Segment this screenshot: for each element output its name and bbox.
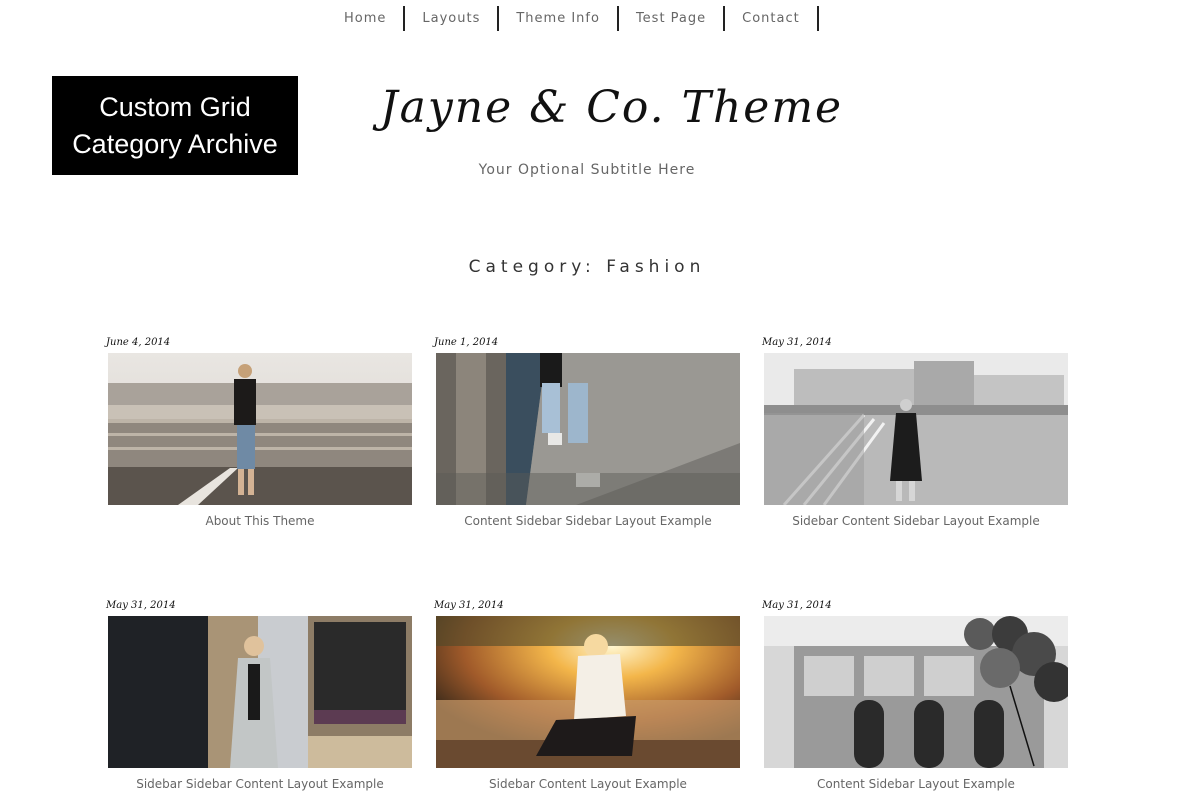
post-card: May 31, 2014 Sidebar Content Sidebar Lay… (762, 337, 1068, 528)
nav-item-test-page[interactable]: Test Page (619, 6, 726, 31)
category-heading: Category: Fashion (468, 257, 706, 277)
post-card: May 31, 2014 Sidebar Sidebar Content Lay… (106, 600, 412, 791)
post-card: May 31, 2014 Sidebar Content Layout Exam… (434, 600, 740, 791)
post-thumbnail[interactable] (108, 353, 412, 505)
post-date: June 4, 2014 (106, 337, 171, 348)
post-card: June 1, 2014 Content Sidebar Sidebar Lay… (434, 337, 740, 528)
post-title-link[interactable]: Sidebar Content Layout Example (436, 777, 740, 791)
post-title-link[interactable]: Sidebar Sidebar Content Layout Example (108, 777, 412, 791)
post-thumbnail[interactable] (436, 616, 740, 768)
nav-item-home[interactable]: Home (327, 6, 406, 31)
main-nav: Home Layouts Theme Info Test Page Contac… (327, 6, 819, 31)
page: Home Layouts Theme Info Test Page Contac… (0, 0, 1200, 800)
post-thumbnail[interactable] (764, 353, 1068, 505)
label-line-2: Category Archive (72, 128, 278, 159)
post-thumbnail[interactable] (108, 616, 412, 768)
site-title[interactable]: Jayne & Co. Theme (380, 82, 841, 133)
label-line-1: Custom Grid (99, 91, 251, 122)
site-subtitle: Your Optional Subtitle Here (478, 162, 696, 178)
nav-item-contact[interactable]: Contact (725, 6, 819, 31)
post-card: May 31, 2014 Content Sidebar Layout Exam… (762, 600, 1068, 791)
post-title-link[interactable]: Content Sidebar Layout Example (764, 777, 1068, 791)
post-date: June 1, 2014 (434, 337, 499, 348)
post-card: June 4, 2014 About This Theme (106, 337, 412, 528)
post-thumbnail[interactable] (436, 353, 740, 505)
post-date: May 31, 2014 (762, 600, 832, 611)
custom-grid-label: Custom Grid Category Archive (52, 76, 298, 175)
nav-item-theme-info[interactable]: Theme Info (499, 6, 619, 31)
post-title-link[interactable]: Sidebar Content Sidebar Layout Example (764, 514, 1068, 528)
post-date: May 31, 2014 (762, 337, 832, 348)
post-thumbnail[interactable] (764, 616, 1068, 768)
post-date: May 31, 2014 (434, 600, 504, 611)
post-date: May 31, 2014 (106, 600, 176, 611)
post-title-link[interactable]: Content Sidebar Sidebar Layout Example (436, 514, 740, 528)
post-title-link[interactable]: About This Theme (108, 514, 412, 528)
nav-item-layouts[interactable]: Layouts (405, 6, 500, 31)
